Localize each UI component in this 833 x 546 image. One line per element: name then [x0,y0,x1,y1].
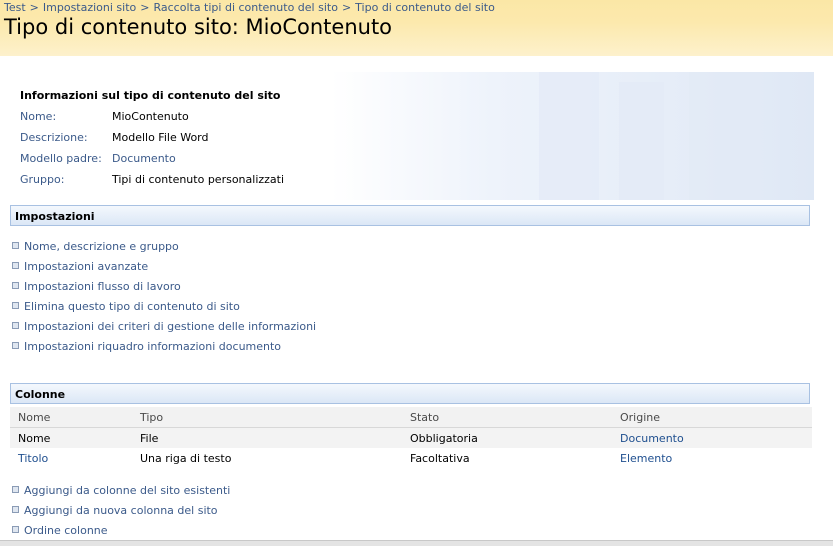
title-area: Test > Impostazioni sito > Raccolta tipi di … [0,0,833,56]
settings-link-policy[interactable]: Impostazioni dei criteri di gestione del… [12,320,316,333]
column-status-cell: Obbligatoria [410,432,478,445]
bullet-icon [12,322,19,329]
column-type-cell: File [140,432,159,445]
breadcrumb-separator: > [29,1,39,14]
bullet-icon [12,282,19,289]
info-label: Descrizione: [20,131,88,144]
settings-link-label: Elimina questo tipo di contenuto di sito [24,300,240,313]
columns-section-header: Colonne [10,383,810,404]
settings-link-delete[interactable]: Elimina questo tipo di contenuto di sito [12,300,240,313]
settings-link-label: Impostazioni avanzate [24,260,149,273]
breadcrumb-link-site-settings[interactable]: Impostazioni sito [43,1,136,14]
bullet-icon [12,242,19,249]
add-existing-site-column-link[interactable]: Aggiungi da colonne del sito esistenti [12,484,230,497]
column-header-type: Tipo [140,411,164,424]
columns-table: Nome Tipo Stato Origine Nome File Obblig… [10,407,812,468]
settings-section-header: Impostazioni [10,205,810,226]
column-order-link[interactable]: Ordine colonne [12,524,108,537]
background-decoration [689,72,759,200]
settings-link-label: Impostazioni dei criteri di gestione del… [24,320,317,333]
bullet-icon [12,302,19,309]
breadcrumb: Test > Impostazioni sito > Raccolta tipi di … [4,1,495,14]
column-header-status: Stato [410,411,440,424]
info-heading: Informazioni sul tipo di contenuto del s… [20,89,281,102]
breadcrumb-separator: > [140,1,150,14]
column-header-name: Nome [18,411,51,424]
bullet-icon [12,342,19,349]
settings-link-label: Impostazioni flusso di lavoro [24,280,181,293]
add-new-site-column-link[interactable]: Aggiungi da nuova colonna del sito [12,504,218,517]
column-name-link[interactable]: Titolo [18,452,48,465]
bullet-icon [12,526,19,533]
content-type-info-panel: Informazioni sul tipo di contenuto del s… [9,72,814,200]
background-decoration [539,72,599,200]
settings-link-advanced[interactable]: Impostazioni avanzate [12,260,148,273]
info-label: Nome: [20,110,57,123]
breadcrumb-separator: > [341,1,352,14]
settings-link-label: Impostazioni riquadro informazioni docum… [24,340,282,353]
settings-link-document-panel[interactable]: Impostazioni riquadro informazioni docum… [12,340,281,353]
info-value: MioContenuto [112,110,189,123]
info-label: Modello padre: [20,152,102,165]
breadcrumb-current: Tipo di contenuto del sito [355,1,495,14]
background-decoration [619,82,664,200]
breadcrumb-link-test[interactable]: Test [4,1,26,14]
window-bottom-edge [0,540,833,546]
column-source-link[interactable]: Documento [620,432,684,445]
info-value: Modello File Word [112,131,209,144]
bullet-icon [12,262,19,269]
column-status-cell: Facoltativa [410,452,470,465]
column-source-link[interactable]: Elemento [620,452,672,465]
info-label: Gruppo: [20,173,65,186]
column-type-cell: Una riga di testo [140,452,232,465]
columns-link-label: Aggiungi da colonne del sito esistenti [24,484,231,497]
settings-link-label: Nome, descrizione e gruppo [24,240,179,253]
bullet-icon [12,506,19,513]
settings-link-workflow[interactable]: Impostazioni flusso di lavoro [12,280,181,293]
parent-type-link[interactable]: Documento [112,152,176,165]
table-row: Nome File Obbligatoria Documento [10,428,812,448]
column-header-source: Origine [620,411,661,424]
table-row: Titolo Una riga di testo Facoltativa Ele… [10,448,812,468]
columns-link-label: Ordine colonne [24,524,108,537]
breadcrumb-link-content-type-gallery[interactable]: Raccolta tipi di contenuto del sito [153,1,337,14]
column-name-cell: Nome [18,432,51,445]
page-title: Tipo di contenuto sito: MioContenuto [4,15,393,39]
settings-link-name-description-group[interactable]: Nome, descrizione e gruppo [12,240,179,253]
info-value: Tipi di contenuto personalizzati [112,173,285,186]
columns-link-label: Aggiungi da nuova colonna del sito [24,504,218,517]
bullet-icon [12,486,19,493]
table-header-row: Nome Tipo Stato Origine [10,407,812,428]
